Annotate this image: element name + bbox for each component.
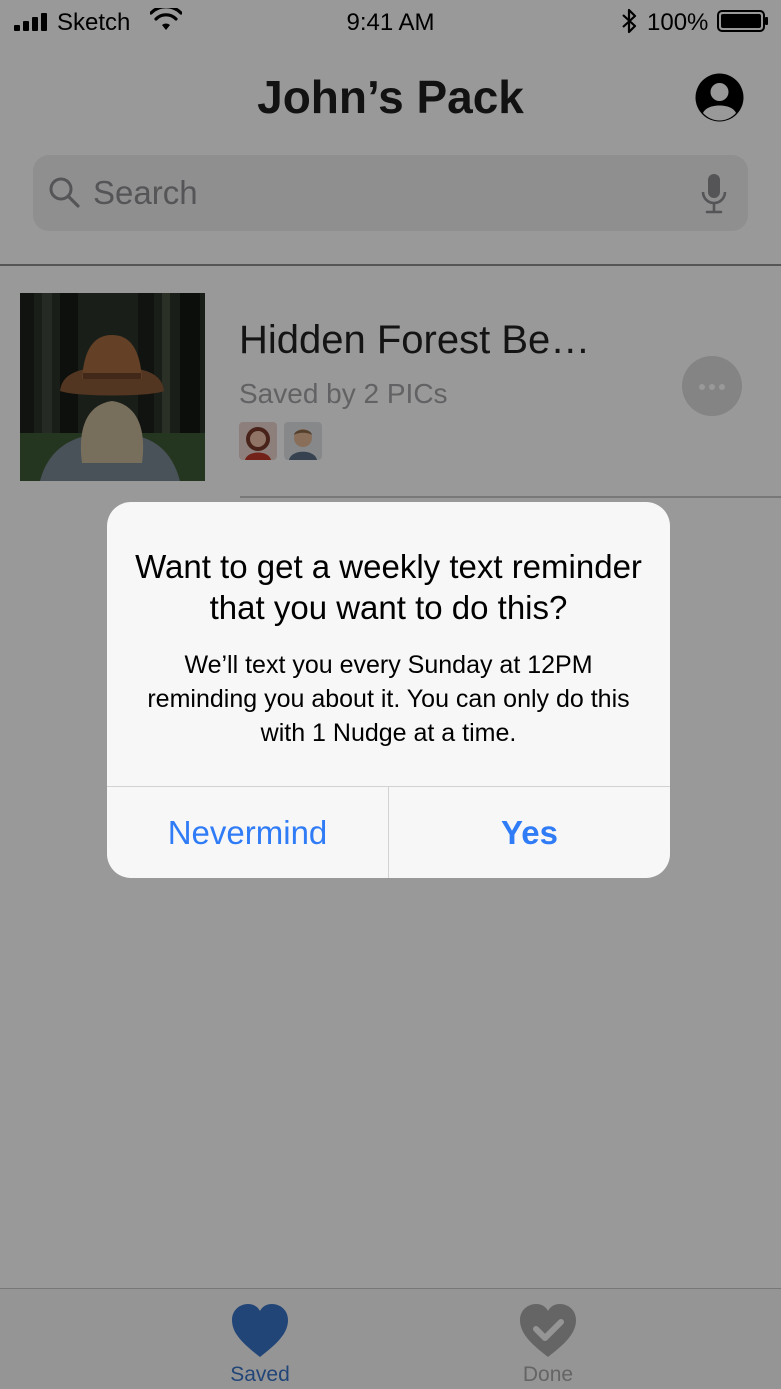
reminder-alert: Want to get a weekly text reminder that … [107, 502, 670, 878]
alert-title: Want to get a weekly text reminder that … [135, 548, 642, 626]
yes-button[interactable]: Yes [389, 787, 670, 878]
app-screen: Sketch 9:41 AM 100% John’s Pack Search H… [0, 0, 781, 1389]
nevermind-button[interactable]: Nevermind [107, 787, 388, 878]
alert-message: We’ll text you every Sunday at 12PM remi… [147, 651, 630, 747]
